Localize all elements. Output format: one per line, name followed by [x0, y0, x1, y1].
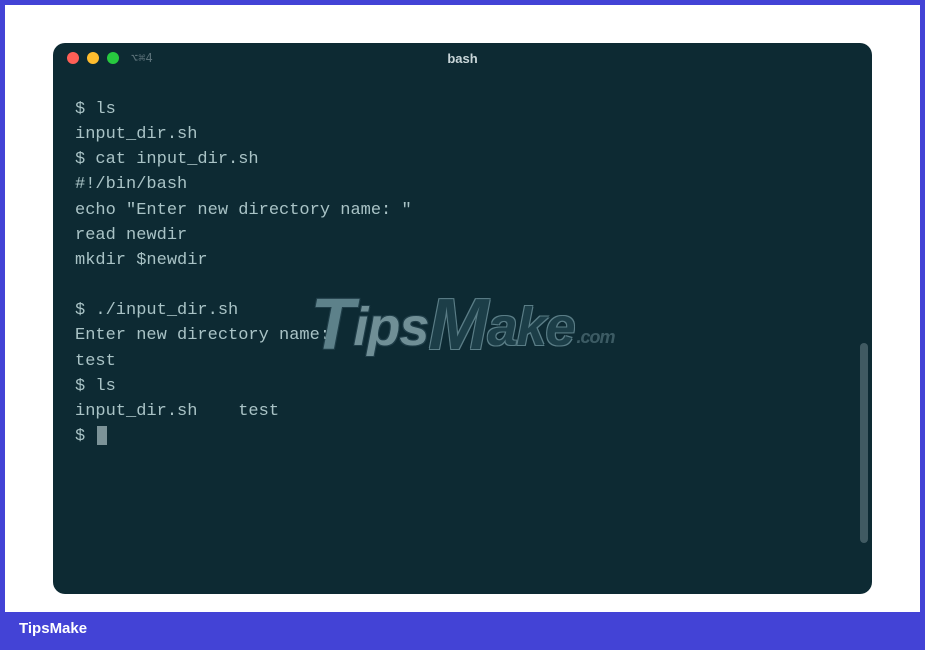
terminal-line: $ cat input_dir.sh [75, 147, 850, 172]
maximize-button[interactable] [107, 52, 119, 64]
terminal-line: $ ls [75, 374, 850, 399]
minimize-button[interactable] [87, 52, 99, 64]
cursor-icon [97, 426, 107, 445]
terminal-window: ⌥⌘4 bash $ ls input_dir.sh $ cat input_d… [53, 43, 872, 594]
scrollbar-thumb[interactable] [860, 343, 868, 543]
page-frame: ⌥⌘4 bash $ ls input_dir.sh $ cat input_d… [5, 5, 920, 645]
tab-shortcut-indicator: ⌥⌘4 [131, 51, 153, 65]
window-titlebar: ⌥⌘4 bash [53, 43, 872, 73]
terminal-line: #!/bin/bash [75, 172, 850, 197]
terminal-body[interactable]: $ ls input_dir.sh $ cat input_dir.sh #!/… [53, 73, 872, 594]
close-button[interactable] [67, 52, 79, 64]
terminal-line: echo "Enter new directory name: " [75, 198, 850, 223]
terminal-line: read newdir [75, 223, 850, 248]
terminal-line: input_dir.sh [75, 122, 850, 147]
terminal-line: $ ./input_dir.sh [75, 298, 850, 323]
terminal-line: Enter new directory name: [75, 323, 850, 348]
terminal-line: input_dir.sh test [75, 399, 850, 424]
traffic-lights [67, 52, 119, 64]
terminal-line: $ ls [75, 97, 850, 122]
terminal-line: test [75, 349, 850, 374]
terminal-line: mkdir $newdir [75, 248, 850, 273]
terminal-blank-line [75, 273, 850, 298]
terminal-prompt: $ [75, 427, 95, 446]
window-title: bash [53, 51, 872, 66]
terminal-prompt-line: $ [75, 424, 850, 449]
footer-label: TipsMake [5, 612, 920, 645]
